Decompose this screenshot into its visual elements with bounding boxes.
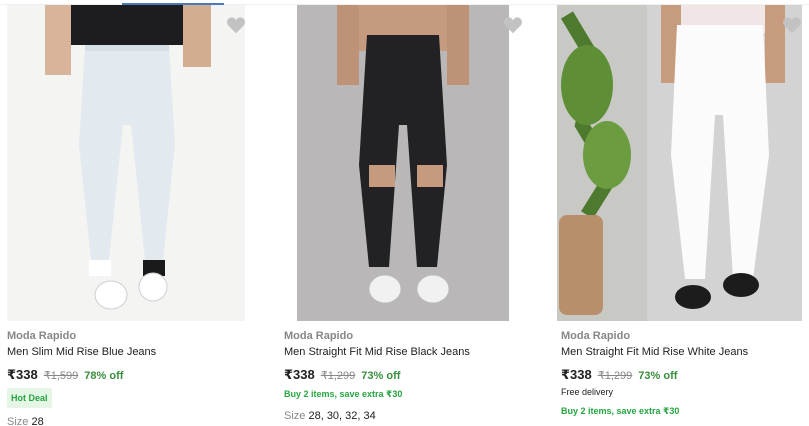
price-row: ₹338 ₹1,299 73% off bbox=[284, 367, 400, 383]
product-image[interactable] bbox=[7, 5, 245, 321]
size-row: Size 28 bbox=[7, 416, 44, 426]
size-row: Size 28, 30, 32, 34 bbox=[284, 410, 376, 422]
size-values: 28 bbox=[31, 416, 44, 426]
hot-deal-badge: Hot Deal bbox=[7, 388, 52, 408]
product-card[interactable]: Moda Rapido Men Slim Mid Rise Blue Jeans… bbox=[7, 0, 277, 426]
product-card[interactable]: Moda Rapido Men Straight Fit Mid Rise Bl… bbox=[284, 0, 554, 426]
heart-icon[interactable] bbox=[781, 14, 803, 36]
heart-icon[interactable] bbox=[225, 14, 247, 36]
original-price: ₹1,599 bbox=[43, 370, 79, 382]
heart-icon[interactable] bbox=[502, 14, 524, 36]
price-row: ₹338 ₹1,599 78% off bbox=[7, 367, 123, 383]
product-title[interactable]: Men Straight Fit Mid Rise Black Jeans bbox=[284, 346, 470, 358]
product-card[interactable]: Moda Rapido Men Straight Fit Mid Rise Wh… bbox=[557, 0, 809, 426]
brand-name: Moda Rapido bbox=[7, 330, 77, 342]
brand-name: Moda Rapido bbox=[284, 330, 354, 342]
selling-price: ₹338 bbox=[7, 367, 38, 382]
size-label: Size bbox=[7, 416, 32, 426]
brand-name: Moda Rapido bbox=[561, 330, 631, 342]
size-values: 28, 30, 32, 34 bbox=[308, 410, 376, 422]
original-price: ₹1,299 bbox=[320, 370, 356, 382]
product-image[interactable] bbox=[557, 5, 802, 321]
selling-price: ₹338 bbox=[284, 367, 315, 382]
bank-offer-text: Buy 2 items, save extra ₹30 bbox=[561, 406, 680, 416]
discount-badge: 73% off bbox=[638, 370, 678, 382]
price-row: ₹338 ₹1,299 73% off bbox=[561, 367, 677, 383]
discount-badge: 78% off bbox=[84, 370, 124, 382]
bank-offer-text: Buy 2 items, save extra ₹30 bbox=[284, 389, 403, 399]
delivery-text: Free delivery bbox=[561, 387, 614, 397]
product-image[interactable] bbox=[297, 5, 509, 321]
original-price: ₹1,299 bbox=[597, 370, 633, 382]
product-title[interactable]: Men Slim Mid Rise Blue Jeans bbox=[7, 346, 156, 358]
selling-price: ₹338 bbox=[561, 367, 592, 382]
product-title[interactable]: Men Straight Fit Mid Rise White Jeans bbox=[561, 346, 748, 358]
size-label: Size bbox=[284, 410, 309, 422]
discount-badge: 73% off bbox=[361, 370, 401, 382]
